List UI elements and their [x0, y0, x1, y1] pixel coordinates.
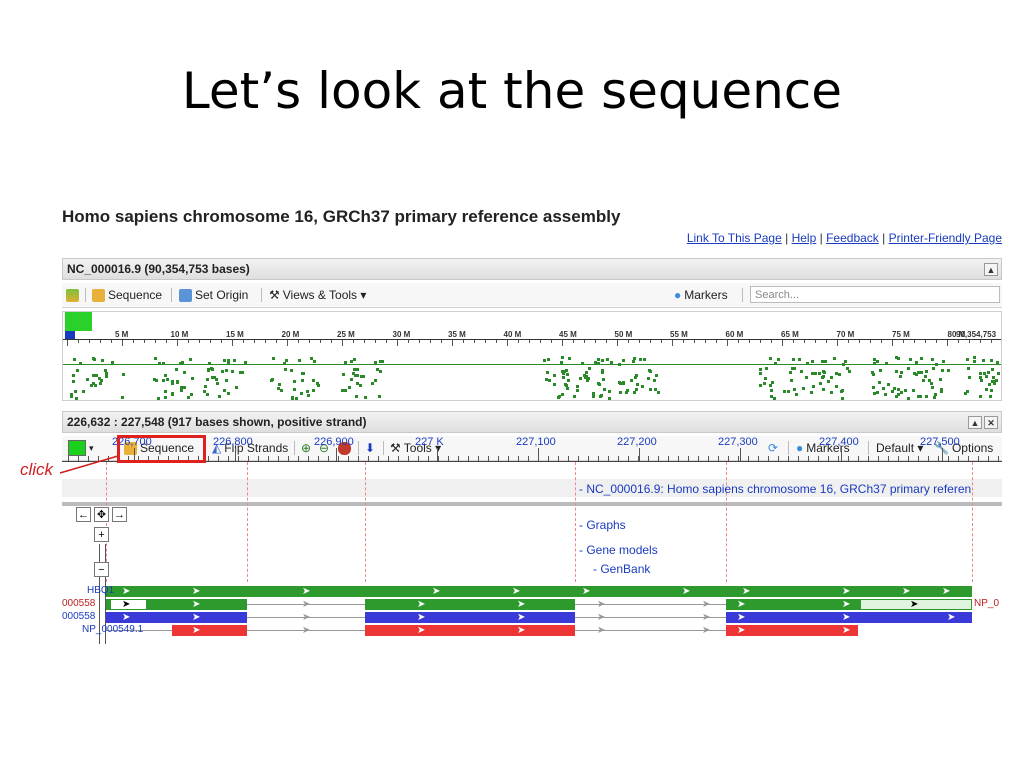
genbank-track-label[interactable]: - GenBank	[593, 562, 650, 576]
axis-label: 227,200	[617, 436, 657, 448]
overview-graph: 5 M 10 M 15 M 20 M 25 M 30 M 35 M 40 M 45 M 50 M 5…	[62, 311, 1002, 401]
gene-label[interactable]: HBQ1	[87, 585, 114, 596]
zoom-minus-icon[interactable]: −	[94, 562, 109, 577]
cds-bar[interactable]	[365, 612, 575, 623]
ruler-label: 5 M	[115, 330, 129, 339]
slide-title: Let’s look at the sequence	[181, 62, 843, 120]
axis-label: 227,300	[718, 436, 758, 448]
pan-left-icon[interactable]: ←	[76, 507, 91, 522]
ruler-label: 40 M	[503, 330, 522, 339]
gene-models-track-label[interactable]: - Gene models	[579, 543, 658, 557]
pan-right-icon[interactable]: →	[112, 507, 127, 522]
ruler-label: 15 M	[226, 330, 244, 339]
axis-label: 227,400	[819, 436, 859, 448]
help-link[interactable]: Help	[792, 231, 817, 245]
ruler-label: 90,354,753	[956, 330, 997, 339]
axis-label: 227,100	[516, 436, 556, 448]
collapse-icon[interactable]: ▲	[984, 263, 998, 276]
axis-label: 227 K	[415, 436, 444, 448]
overview-panel-header: NC_000016.9 (90,354,753 bases) ▲	[62, 258, 1002, 280]
axis-label: 227,500	[920, 436, 960, 448]
collapse-icon[interactable]: ▲	[968, 416, 982, 429]
protein-bar[interactable]	[172, 625, 247, 636]
mrna-exon[interactable]	[365, 599, 575, 610]
ruler-label: 60 M	[725, 330, 744, 339]
mrna-right-label[interactable]: NP_0	[974, 598, 999, 609]
ruler-label: 10 M	[170, 330, 189, 339]
hammer-icon: ⚒	[269, 288, 280, 302]
ruler-label: 25 M	[337, 330, 355, 339]
genome-viewer-screenshot: Homo sapiens chromosome 16, GRCh37 prima…	[62, 207, 1002, 647]
ruler-label: 45 M	[559, 330, 577, 339]
protein-bar[interactable]	[365, 625, 575, 636]
ruler-label: 35 M	[448, 330, 466, 339]
ruler-label: 75 M	[892, 330, 910, 339]
settings-icon[interactable]	[66, 287, 79, 303]
overview-markers-button[interactable]: ● Markers	[674, 287, 728, 303]
sequence-highlight-box	[117, 435, 206, 463]
left-marker	[65, 331, 75, 339]
search-input[interactable]: Search...	[750, 286, 1000, 303]
zoom-plus-icon[interactable]: +	[94, 527, 109, 542]
protein-label[interactable]: NP_000549.1	[82, 624, 143, 635]
axis-label: 226,800	[213, 436, 253, 448]
close-icon[interactable]: ✕	[984, 416, 998, 429]
set-origin-button[interactable]: Set Origin	[179, 287, 248, 303]
protein-bar[interactable]	[726, 625, 858, 636]
feedback-link[interactable]: Feedback	[826, 231, 879, 245]
ruler-label: 20 M	[281, 330, 300, 339]
ruler-label: 65 M	[781, 330, 799, 339]
mrna-label[interactable]: 000558	[62, 598, 95, 609]
axis-label: 226,900	[314, 436, 354, 448]
set-origin-icon	[179, 288, 192, 302]
sequence-icon	[92, 288, 105, 302]
overview-sequence-button[interactable]: Sequence	[92, 287, 162, 303]
overview-toolbar: Sequence Set Origin ⚒ Views & Tools ▾ ● …	[62, 283, 1002, 308]
link-to-page[interactable]: Link To This Page	[687, 231, 782, 245]
ruler-label: 55 M	[670, 330, 688, 339]
detail-view: 226,700 226,800 226,900 227 K 227,100 227,200…	[62, 434, 1002, 644]
ruler-label: 70 M	[836, 330, 855, 339]
fit-icon[interactable]: ✥	[94, 507, 109, 522]
overview-panel-title: NC_000016.9 (90,354,753 bases)	[67, 262, 250, 276]
click-arrow-line	[59, 455, 119, 474]
page-heading: Homo sapiens chromosome 16, GRCh37 prima…	[62, 207, 621, 226]
printer-friendly-link[interactable]: Printer-Friendly Page	[889, 231, 1002, 245]
ruler-label: 30 M	[392, 330, 411, 339]
detail-panel-header: 226,632 : 227,548 (917 bases shown, posi…	[62, 411, 1002, 433]
sequence-track-label[interactable]: - NC_000016.9: Homo sapiens chromosome 1…	[579, 482, 971, 496]
detail-panel-title: 226,632 : 227,548 (917 bases shown, posi…	[67, 415, 367, 429]
color-swatch	[65, 312, 92, 331]
click-annotation: click	[20, 460, 54, 479]
marker-pin-icon: ●	[674, 288, 682, 302]
views-tools-menu[interactable]: ⚒ Views & Tools ▾	[269, 287, 366, 303]
top-links: Link To This Page | Help | Feedback | Pr…	[686, 231, 1002, 245]
ruler-label: 50 M	[614, 330, 633, 339]
mrna2-label[interactable]: 000558	[62, 611, 95, 622]
graphs-track-label[interactable]: - Graphs	[579, 518, 626, 532]
